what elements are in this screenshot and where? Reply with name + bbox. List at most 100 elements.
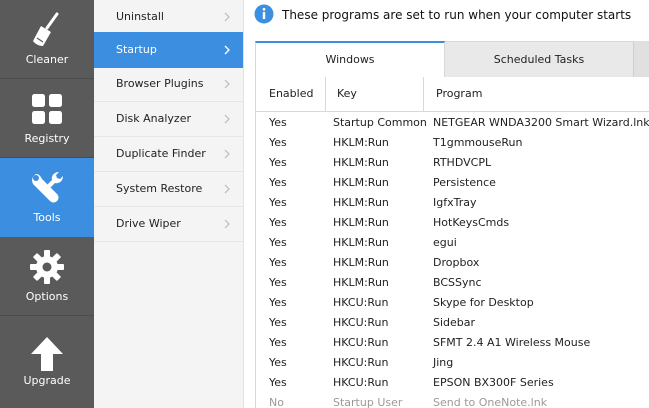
arrow-up-icon	[31, 337, 63, 371]
cell-program: EPSON BX300F Series	[433, 376, 554, 389]
cell-program: NETGEAR WNDA3200 Smart Wizard.lnk	[433, 116, 649, 129]
sidebar-label: Cleaner	[25, 53, 69, 66]
cell-program: T1gmmouseRun	[433, 136, 523, 149]
cell-key: HKLM:Run	[333, 236, 389, 249]
cell-key: HKLM:Run	[333, 216, 389, 229]
cell-enabled: Yes	[269, 256, 287, 269]
info-bar: These programs are set to run when your …	[244, 0, 649, 32]
submenu-item-browser-plugins[interactable]: Browser Plugins	[94, 67, 243, 102]
tab-overflow[interactable]	[633, 41, 649, 77]
chevron-right-icon	[224, 79, 230, 89]
tab-windows[interactable]: Windows	[255, 41, 445, 77]
table-row[interactable]: Yes HKCU:Run Skype for Desktop	[256, 292, 649, 312]
column-header-program[interactable]: Program	[424, 77, 649, 111]
cell-program: IgfxTray	[433, 196, 477, 209]
table-row[interactable]: Yes HKLM:Run T1gmmouseRun	[256, 132, 649, 152]
cell-program: egui	[433, 236, 457, 249]
table-row[interactable]: Yes HKLM:Run BCSSync	[256, 272, 649, 292]
cell-program: Sidebar	[433, 316, 476, 329]
table-row[interactable]: Yes HKLM:Run IgfxTray	[256, 192, 649, 212]
submenu-item-drive-wiper[interactable]: Drive Wiper	[94, 207, 243, 242]
submenu-label: Drive Wiper	[116, 217, 181, 230]
table-row[interactable]: Yes HKLM:Run Persistence	[256, 172, 649, 192]
table-row[interactable]: No Startup User Send to OneNote.lnk	[256, 392, 649, 408]
gear-icon	[30, 250, 64, 284]
cell-enabled: Yes	[269, 216, 287, 229]
submenu-label: Uninstall	[116, 10, 164, 23]
info-message: These programs are set to run when your …	[282, 8, 632, 22]
table-body: Yes Startup Common NETGEAR WNDA3200 Smart …	[256, 112, 649, 408]
table-row[interactable]: Yes Startup Common NETGEAR WNDA3200 Smart …	[256, 112, 649, 132]
cell-program: SFMT 2.4 A1 Wireless Mouse	[433, 336, 591, 349]
chevron-right-icon	[224, 184, 230, 194]
table-row[interactable]: Yes HKCU:Run SFMT 2.4 A1 Wireless Mouse	[256, 332, 649, 352]
cell-key: HKLM:Run	[333, 256, 389, 269]
cell-enabled: Yes	[269, 236, 287, 249]
chevron-right-icon	[224, 12, 230, 22]
sidebar-item-options[interactable]: Options	[0, 237, 94, 316]
cell-program: Persistence	[433, 176, 496, 189]
cell-enabled: Yes	[269, 176, 287, 189]
cell-program: Send to OneNote.lnk	[433, 396, 548, 408]
chevron-right-icon	[224, 219, 230, 229]
cell-enabled: Yes	[269, 116, 287, 129]
submenu-label: System Restore	[116, 182, 203, 195]
sidebar-item-cleaner[interactable]: Cleaner	[0, 0, 94, 79]
cell-program: RTHDVCPL	[433, 156, 492, 169]
startup-table: Enabled Key Program Yes Startup Common NET…	[255, 77, 649, 408]
cell-key: Startup User	[333, 396, 403, 408]
table-row[interactable]: Yes HKLM:Run RTHDVCPL	[256, 152, 649, 172]
submenu-item-disk-analyzer[interactable]: Disk Analyzer	[94, 102, 243, 137]
main-sidebar: Cleaner Registry Tools Options Upgrade	[0, 0, 94, 408]
tab-bar: Windows Scheduled Tasks	[255, 41, 649, 77]
column-header-key[interactable]: Key	[326, 77, 424, 111]
table-row[interactable]: Yes HKCU:Run Sidebar	[256, 312, 649, 332]
sidebar-label: Tools	[33, 211, 61, 224]
cell-key: HKCU:Run	[333, 316, 389, 329]
submenu-label: Startup	[116, 43, 157, 56]
cell-key: HKLM:Run	[333, 176, 389, 189]
cell-program: BCSSync	[433, 276, 482, 289]
cell-key: HKLM:Run	[333, 276, 389, 289]
info-icon	[254, 4, 274, 24]
tools-submenu: Uninstall Startup Browser Plugins Disk A…	[94, 0, 244, 408]
table-row[interactable]: Yes HKCU:Run Jing	[256, 352, 649, 372]
submenu-item-uninstall[interactable]: Uninstall	[94, 0, 243, 35]
sidebar-item-tools[interactable]: Tools	[0, 158, 94, 237]
cell-enabled: No	[269, 396, 284, 408]
tab-scheduled-tasks[interactable]: Scheduled Tasks	[445, 41, 633, 77]
cell-key: HKCU:Run	[333, 336, 389, 349]
cell-program: Jing	[433, 356, 454, 369]
cell-enabled: Yes	[269, 276, 287, 289]
table-row[interactable]: Yes HKLM:Run HotKeysCmds	[256, 212, 649, 232]
table-header: Enabled Key Program	[256, 77, 649, 112]
cell-enabled: Yes	[269, 156, 287, 169]
submenu-label: Browser Plugins	[116, 77, 204, 90]
cell-enabled: Yes	[269, 136, 287, 149]
cell-program: Dropbox	[433, 256, 480, 269]
column-header-enabled[interactable]: Enabled	[256, 77, 326, 111]
sidebar-item-registry[interactable]: Registry	[0, 79, 94, 158]
sidebar-label: Upgrade	[23, 374, 71, 387]
cell-key: HKLM:Run	[333, 156, 389, 169]
cell-enabled: Yes	[269, 336, 287, 349]
submenu-item-duplicate-finder[interactable]: Duplicate Finder	[94, 137, 243, 172]
cell-key: Startup Common	[333, 116, 427, 129]
sidebar-label: Registry	[24, 132, 70, 145]
cell-enabled: Yes	[269, 316, 287, 329]
cell-key: HKCU:Run	[333, 356, 389, 369]
submenu-item-system-restore[interactable]: System Restore	[94, 172, 243, 207]
cell-key: HKCU:Run	[333, 296, 389, 309]
table-row[interactable]: Yes HKLM:Run Dropbox	[256, 252, 649, 272]
chevron-right-icon	[224, 114, 230, 124]
table-row[interactable]: Yes HKLM:Run egui	[256, 232, 649, 252]
cell-enabled: Yes	[269, 196, 287, 209]
table-row[interactable]: Yes HKCU:Run EPSON BX300F Series	[256, 372, 649, 392]
chevron-right-icon	[224, 45, 230, 55]
cell-program: Skype for Desktop	[433, 296, 534, 309]
submenu-label: Disk Analyzer	[116, 112, 191, 125]
cell-key: HKLM:Run	[333, 136, 389, 149]
submenu-item-startup[interactable]: Startup	[94, 32, 243, 68]
cell-enabled: Yes	[269, 376, 287, 389]
sidebar-item-upgrade[interactable]: Upgrade	[0, 316, 94, 408]
